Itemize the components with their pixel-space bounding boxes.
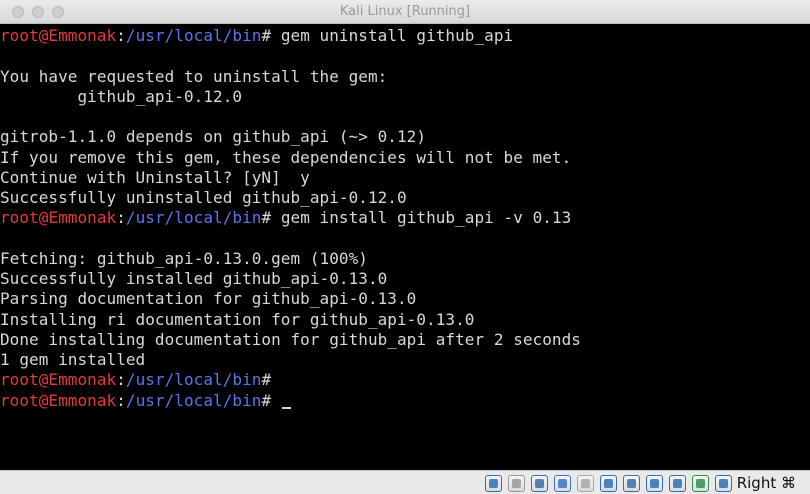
vm-status-bar: Right ⌘ bbox=[0, 470, 810, 494]
output-line: You have requested to uninstall the gem: bbox=[0, 66, 388, 86]
video-capture-icon[interactable] bbox=[646, 474, 663, 492]
prompt-line: root@Emmonak:/usr/local/bin# gem install… bbox=[0, 208, 810, 228]
output-line: Successfully uninstalled github_api-0.12… bbox=[0, 188, 407, 207]
prompt-user: root@Emmonak bbox=[0, 208, 117, 228]
prompt-separator: : bbox=[116, 208, 126, 228]
usb-icon[interactable] bbox=[577, 474, 594, 492]
prompt-symbol: # bbox=[261, 26, 281, 45]
audio-icon[interactable] bbox=[531, 474, 548, 492]
shared-folders-icon[interactable] bbox=[600, 474, 617, 492]
prompt-line: root@Emmonak:/usr/local/bin# gem uninsta… bbox=[0, 26, 810, 46]
prompt-user: root@Emmonak bbox=[0, 390, 117, 410]
output-line: Continue with Uninstall? [yN] y bbox=[0, 167, 310, 187]
output-line: Installing ri documentation for github_a… bbox=[0, 309, 475, 329]
prompt-user: root@Emmonak bbox=[0, 370, 117, 390]
title-bar[interactable]: Kali Linux [Running] bbox=[0, 0, 810, 24]
mouse-integration-icon[interactable] bbox=[692, 474, 709, 492]
prompt-line: root@Emmonak:/usr/local/bin# bbox=[0, 391, 810, 411]
output-line: Done installing documentation for github… bbox=[0, 329, 581, 349]
host-key-indicator[interactable]: Right ⌘ bbox=[737, 474, 796, 492]
display-icon[interactable] bbox=[623, 474, 640, 492]
hard-disk-icon[interactable] bbox=[485, 474, 502, 492]
command-text: gem install github_api -v 0.13 bbox=[280, 208, 572, 228]
prompt-path: /usr/local/bin bbox=[125, 208, 262, 228]
optical-drive-icon[interactable] bbox=[508, 474, 525, 492]
prompt-user: root@Emmonak bbox=[0, 26, 117, 45]
prompt-line: root@Emmonak:/usr/local/bin# bbox=[0, 370, 810, 390]
network-icon[interactable] bbox=[554, 474, 571, 492]
prompt-path: /usr/local/bin bbox=[125, 370, 262, 390]
window-title: Kali Linux [Running] bbox=[339, 4, 471, 19]
output-line: If you remove this gem, these dependenci… bbox=[0, 147, 572, 167]
text-cursor bbox=[281, 406, 291, 409]
terminal-output: root@Emmonak:/usr/local/bin# gem uninsta… bbox=[0, 24, 810, 411]
output-line: github_api-0.12.0 bbox=[0, 86, 243, 106]
prompt-path: /usr/local/bin bbox=[125, 26, 262, 45]
status-icons bbox=[485, 474, 732, 492]
output-line: Fetching: github_api-0.13.0.gem (100%) bbox=[0, 248, 368, 268]
prompt-path: /usr/local/bin bbox=[125, 390, 262, 410]
vm-window: Kali Linux [Running] root@Emmonak:/usr/l… bbox=[0, 0, 810, 494]
output-line: gitrob-1.1.0 depends on github_api (~> 0… bbox=[0, 127, 427, 147]
prompt-symbol: # bbox=[261, 370, 281, 390]
cpu-icon[interactable] bbox=[669, 474, 686, 492]
command-text: gem uninstall github_api bbox=[280, 26, 514, 45]
output-line: Successfully installed github_api-0.13.0 bbox=[0, 269, 388, 288]
output-line: Parsing documentation for github_api-0.1… bbox=[0, 289, 417, 309]
terminal-screen[interactable]: root@Emmonak:/usr/local/bin# gem uninsta… bbox=[0, 24, 810, 470]
output-line: 1 gem installed bbox=[0, 350, 146, 369]
prompt-symbol: # bbox=[261, 390, 281, 410]
prompt-symbol: # bbox=[261, 208, 281, 228]
prompt-separator: : bbox=[116, 26, 126, 45]
prompt-separator: : bbox=[116, 390, 126, 410]
prompt-separator: : bbox=[116, 370, 126, 390]
keyboard-capture-icon[interactable] bbox=[715, 474, 732, 492]
